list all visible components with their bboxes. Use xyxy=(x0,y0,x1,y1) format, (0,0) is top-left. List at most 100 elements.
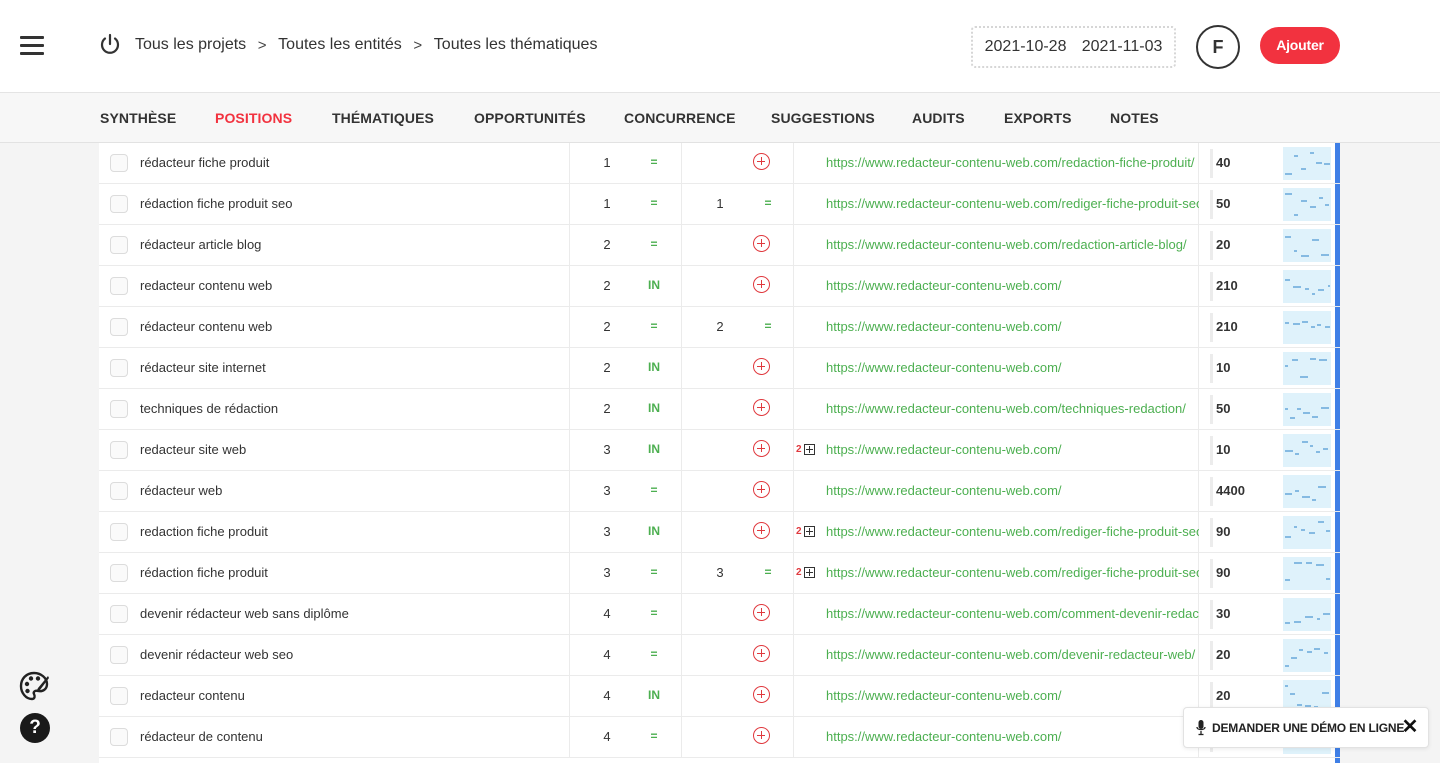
volume-bar xyxy=(1210,149,1213,178)
table-row[interactable]: devenir rédacteur web seo 4 = https://www.r… xyxy=(99,635,1340,676)
row-checkbox[interactable] xyxy=(110,277,128,295)
row-checkbox[interactable] xyxy=(110,318,128,336)
expand-plus-icon[interactable] xyxy=(804,444,815,455)
row-checkbox[interactable] xyxy=(110,441,128,459)
breadcrumb-themes[interactable]: Toutes les thématiques xyxy=(434,36,598,54)
close-icon[interactable]: ✕ xyxy=(1400,717,1420,737)
table-row[interactable]: redacteur contenu web 2 IN https://www.reda… xyxy=(99,266,1340,307)
row-checkbox[interactable] xyxy=(110,236,128,254)
palette-icon[interactable] xyxy=(18,670,50,702)
breadcrumb-entities[interactable]: Toutes les entités xyxy=(278,36,402,54)
table-row[interactable]: redacteur contenu 4 IN https://www.redacteu… xyxy=(99,676,1340,717)
table-row[interactable]: redacteur site web 3 IN 2 https://www.redact… xyxy=(99,430,1340,471)
row-checkbox[interactable] xyxy=(110,400,128,418)
table-row[interactable]: rédaction fiche produit seo 1 = 1 = https://w… xyxy=(99,184,1340,225)
table-row[interactable]: techniques de rédaction 2 IN https://www.re… xyxy=(99,389,1340,430)
evolution-cell: IN xyxy=(648,524,660,538)
add-circle-icon[interactable] xyxy=(753,276,770,293)
url-link[interactable]: https://www.redacteur-contenu-web.com/re… xyxy=(826,155,1199,170)
power-icon[interactable] xyxy=(98,33,122,57)
add-circle-icon[interactable] xyxy=(753,235,770,252)
table-row[interactable]: rédacteur site internet 2 IN https://www.re… xyxy=(99,348,1340,389)
row-checkbox[interactable] xyxy=(110,646,128,664)
add-circle-icon[interactable] xyxy=(753,686,770,703)
keyword-cell: techniques de rédaction xyxy=(140,401,279,416)
column-divider xyxy=(793,717,794,758)
tab-positions[interactable]: POSITIONS xyxy=(215,110,292,126)
table-row[interactable]: redaction fiche produit 3 IN 2 https://www.r… xyxy=(99,512,1340,553)
row-checkbox[interactable] xyxy=(110,564,128,582)
column-divider xyxy=(569,676,570,717)
url-link[interactable]: https://www.redacteur-contenu-web.com/ xyxy=(826,278,1199,293)
add-circle-icon[interactable] xyxy=(753,727,770,744)
row-checkbox[interactable] xyxy=(110,359,128,377)
row-checkbox[interactable] xyxy=(110,482,128,500)
column-divider xyxy=(681,348,682,389)
table-row[interactable]: rédacteur web 3 = https://www.redacteur-con… xyxy=(99,471,1340,512)
table-row[interactable]: rédacteur de contenu 4 = https://www.redact… xyxy=(99,717,1340,758)
url-link[interactable]: https://www.redacteur-contenu-web.com/re… xyxy=(826,237,1199,252)
tab-audits[interactable]: AUDITS xyxy=(912,110,965,126)
add-circle-icon[interactable] xyxy=(753,399,770,416)
breadcrumb-projects[interactable]: Tous les projets xyxy=(135,36,246,54)
tab-suggestions[interactable]: SUGGESTIONS xyxy=(771,110,875,126)
url-link[interactable]: https://www.redacteur-contenu-web.com/ xyxy=(826,688,1199,703)
date-range-picker[interactable]: 2021-10-28 2021-11-03 xyxy=(971,26,1176,68)
add-circle-icon[interactable] xyxy=(753,481,770,498)
row-checkbox[interactable] xyxy=(110,154,128,172)
help-icon[interactable]: ? xyxy=(20,713,50,743)
url-link[interactable]: https://www.redacteur-contenu-web.com/ xyxy=(826,442,1199,457)
add-circle-icon[interactable] xyxy=(753,522,770,539)
demo-request-bar[interactable]: DEMANDER UNE DÉMO EN LIGNE ✕ xyxy=(1183,707,1429,748)
volume-cell: 50 xyxy=(1216,401,1231,416)
add-circle-icon[interactable] xyxy=(753,440,770,457)
volume-cell: 90 xyxy=(1216,565,1231,580)
column-divider xyxy=(681,307,682,348)
url-link[interactable]: https://www.redacteur-contenu-web.com/te… xyxy=(826,401,1199,416)
url-link[interactable]: https://www.redacteur-contenu-web.com/re… xyxy=(826,524,1199,539)
table-row[interactable]: rédacteur contenu web 2 = 2 = https://www.red… xyxy=(99,307,1340,348)
volume-cell: 210 xyxy=(1216,319,1238,334)
column-divider xyxy=(569,553,570,594)
url-link[interactable]: https://www.redacteur-contenu-web.com/re… xyxy=(826,565,1199,580)
url-link[interactable]: https://www.redacteur-contenu-web.com/ xyxy=(826,319,1199,334)
expand-plus-icon[interactable] xyxy=(804,567,815,578)
url-link[interactable]: https://www.redacteur-contenu-web.com/ xyxy=(826,483,1199,498)
url-link[interactable]: https://www.redacteur-contenu-web.com/co… xyxy=(826,606,1199,621)
url-link[interactable]: https://www.redacteur-contenu-web.com/de… xyxy=(826,647,1199,662)
avatar[interactable]: F xyxy=(1196,25,1240,69)
table-row[interactable]: rédacteur article blog 2 = https://www.reda… xyxy=(99,225,1340,266)
table-row[interactable]: rédacteur fiche produit 1 = https://www.red… xyxy=(99,143,1340,184)
url-count-badge: 2 xyxy=(796,444,802,455)
add-circle-icon[interactable] xyxy=(753,645,770,662)
row-checkbox[interactable] xyxy=(110,728,128,746)
menu-icon[interactable] xyxy=(20,36,44,55)
tab-opportunites[interactable]: OPPORTUNITÉS xyxy=(474,110,586,126)
row-checkbox[interactable] xyxy=(110,687,128,705)
evolution-cell: IN xyxy=(648,401,660,415)
url-link[interactable]: https://www.redacteur-contenu-web.com/ xyxy=(826,360,1199,375)
row-checkbox[interactable] xyxy=(110,195,128,213)
expand-plus-icon[interactable] xyxy=(804,526,815,537)
add-circle-icon[interactable] xyxy=(753,604,770,621)
table-row[interactable]: devenir rédacteur web sans diplôme 4 = http… xyxy=(99,594,1340,635)
column-divider xyxy=(793,635,794,676)
evolution-cell: IN xyxy=(648,688,660,702)
tab-concurrence[interactable]: CONCURRENCE xyxy=(624,110,736,126)
row-checkbox[interactable] xyxy=(110,523,128,541)
url-link[interactable]: https://www.redacteur-contenu-web.com/re… xyxy=(826,196,1199,211)
tab-synthese[interactable]: SYNTHÈSE xyxy=(100,110,176,126)
table-row[interactable]: rédaction fiche produit 3 = 3 = 2 https://www.… xyxy=(99,553,1340,594)
tab-thematiques[interactable]: THÉMATIQUES xyxy=(332,110,434,126)
add-circle-icon[interactable] xyxy=(753,153,770,170)
row-checkbox[interactable] xyxy=(110,605,128,623)
tab-exports[interactable]: EXPORTS xyxy=(1004,110,1072,126)
date-end[interactable]: 2021-11-03 xyxy=(1082,38,1163,56)
breadcrumb: Tous les projets > Toutes les entités > … xyxy=(135,36,597,54)
url-link[interactable]: https://www.redacteur-contenu-web.com/ xyxy=(826,729,1199,744)
add-button[interactable]: Ajouter xyxy=(1260,27,1340,64)
add-circle-icon[interactable] xyxy=(753,358,770,375)
tab-notes[interactable]: NOTES xyxy=(1110,110,1159,126)
demo-request-label[interactable]: DEMANDER UNE DÉMO EN LIGNE xyxy=(1212,721,1404,735)
date-start[interactable]: 2021-10-28 xyxy=(985,38,1067,56)
